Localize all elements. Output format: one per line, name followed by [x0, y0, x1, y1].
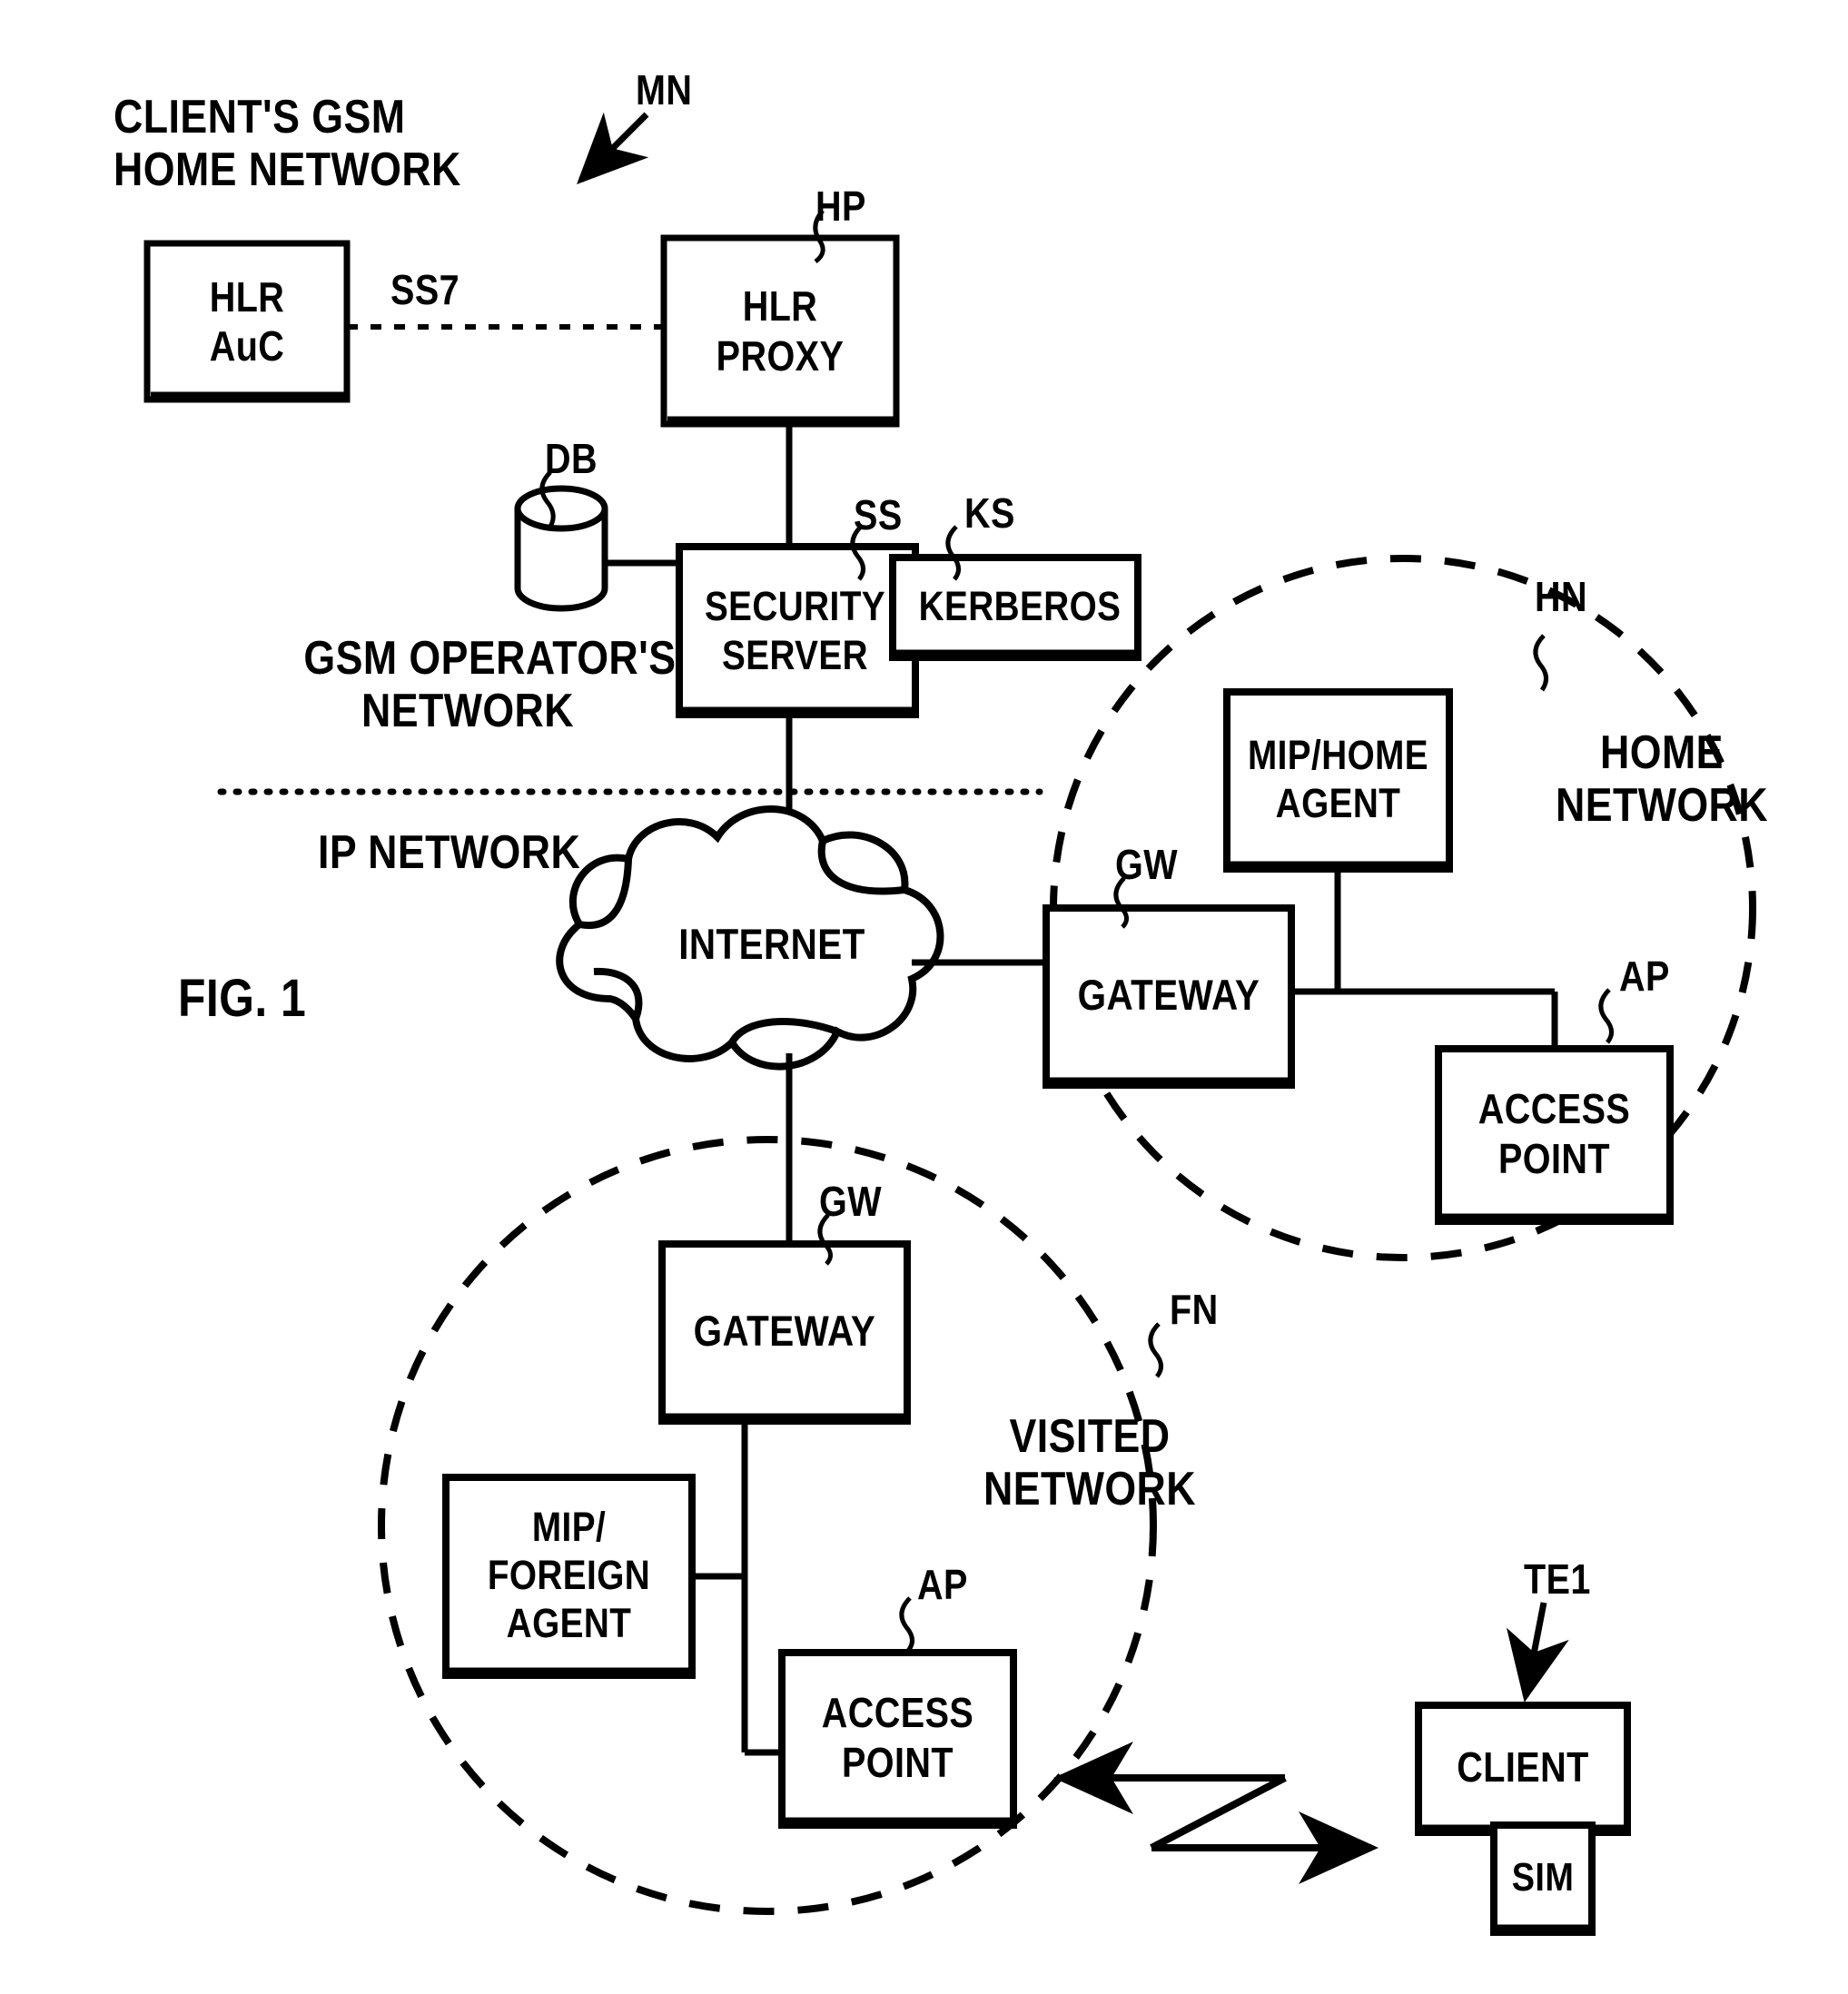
te1-ref: TE1 [1524, 1555, 1591, 1603]
database-cylinder [514, 485, 608, 612]
ap-visited-leader [899, 1596, 914, 1653]
fn-leader [1148, 1322, 1163, 1378]
ks-ref: KS [964, 489, 1015, 537]
ap-home-ref: AP [1619, 953, 1670, 1000]
ss-ref: SS [854, 491, 903, 538]
hp-ref: HP [815, 183, 866, 230]
mn-callout: MN [636, 66, 693, 114]
client-box [1415, 1702, 1631, 1836]
hn-leader [1533, 634, 1548, 692]
region-ip-network: IP NETWORK [318, 826, 581, 879]
region-home-network: HOME NETWORK [1555, 726, 1769, 833]
db-ref: DB [545, 435, 598, 482]
hn-callout: HN [1535, 573, 1588, 620]
security-server-box [676, 543, 919, 718]
fn-callout: FN [1170, 1286, 1219, 1333]
patent-figure: CLIENT'S GSM HOME NETWORK GSM OPERATOR'S… [0, 0, 1848, 1994]
sim-box [1490, 1821, 1596, 1936]
region-gsm-operator-network: GSM OPERATOR'S NETWORK [303, 632, 677, 738]
te1-leader [1506, 1602, 1569, 1703]
gw-home-ref: GW [1115, 841, 1178, 888]
ap-home-leader [1598, 988, 1614, 1044]
kerberos-box [889, 554, 1141, 661]
ss7-label: SS7 [390, 266, 460, 313]
mip-foreign-agent-box [442, 1474, 696, 1679]
wireless-link-arrows [1053, 1742, 1379, 1884]
internet-cloud [556, 805, 944, 1071]
ap-visited-ref: AP [917, 1561, 968, 1608]
hlr-auc-box [143, 240, 351, 403]
home-access-point-box [1435, 1045, 1674, 1225]
region-gsm-home-network: CLIENT'S GSM HOME NETWORK [114, 91, 461, 197]
visited-access-point-box [778, 1649, 1017, 1829]
hlr-proxy-box [660, 234, 900, 428]
region-visited-network: VISITED NETWORK [983, 1410, 1197, 1516]
gw-visited-ref: GW [819, 1178, 882, 1225]
visited-gateway-box [658, 1240, 911, 1425]
mip-home-agent-box [1223, 688, 1453, 873]
home-gateway-box [1043, 904, 1295, 1089]
mn-leader [577, 112, 649, 184]
figure-label: FIG. 1 [178, 969, 307, 1028]
